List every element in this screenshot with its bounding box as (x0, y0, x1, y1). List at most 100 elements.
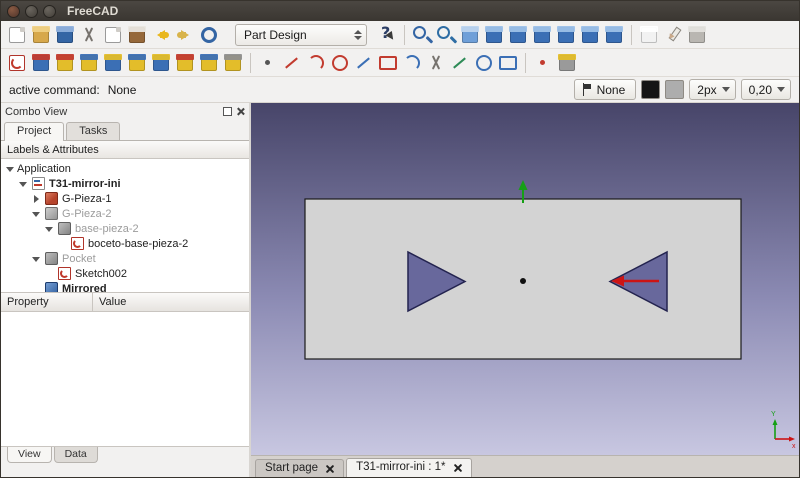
toolbar-separator (250, 53, 251, 73)
expander-spacer (31, 284, 41, 294)
refresh-icon[interactable] (197, 23, 221, 47)
window-maximize-button[interactable] (43, 5, 56, 18)
create-polyline-icon[interactable] (352, 51, 376, 75)
trim-edge-icon[interactable] (424, 51, 448, 75)
box-zoom-icon[interactable] (410, 23, 434, 47)
create-rectangle-icon[interactable] (376, 51, 400, 75)
view-rear-icon[interactable] (554, 23, 578, 47)
pocket-icon[interactable] (101, 51, 125, 75)
pad-icon[interactable] (77, 51, 101, 75)
whatsthis-icon[interactable] (375, 23, 399, 47)
redo-icon[interactable] (173, 23, 197, 47)
tree-item-label: Sketch002 (75, 268, 127, 280)
draft-layer-button[interactable]: None (574, 79, 637, 100)
text-scale-combo[interactable]: 0,20 (741, 79, 791, 100)
tree-item-g-pieza-1[interactable]: G-Pieza-1 (1, 191, 249, 206)
tab-start-page[interactable]: Start page (255, 459, 344, 477)
view-right-icon[interactable] (530, 23, 554, 47)
create-circle-icon[interactable] (328, 51, 352, 75)
expander-open-icon[interactable] (31, 254, 41, 264)
view-top-icon[interactable] (506, 23, 530, 47)
body-red-icon (45, 192, 58, 205)
active-command-value: None (108, 83, 137, 97)
view-front-icon[interactable] (482, 23, 506, 47)
partdesign-toolbar-group (5, 51, 579, 75)
paste-icon[interactable] (125, 23, 149, 47)
face-color-swatch[interactable] (665, 80, 684, 99)
revolution-icon[interactable] (125, 51, 149, 75)
edit-sketch-icon[interactable] (5, 51, 29, 75)
undo-icon[interactable] (149, 23, 173, 47)
tab-data[interactable]: Data (54, 447, 98, 463)
toggle-construction-icon[interactable] (496, 51, 520, 75)
tab-label: T31-mirror-ini : 1* (356, 461, 445, 473)
map-sketch-icon[interactable] (53, 51, 77, 75)
measure-icon[interactable] (685, 23, 709, 47)
tree-item-label: Pocket (62, 253, 96, 265)
save-icon[interactable] (53, 23, 77, 47)
expander-open-icon[interactable] (31, 209, 41, 219)
open-document-icon[interactable] (29, 23, 53, 47)
tree-item-base-pieza-2[interactable]: base-pieza-2 (1, 221, 249, 236)
create-line-icon[interactable] (280, 51, 304, 75)
command-bar: active command: None None 2px 0,20 (1, 77, 799, 103)
tree-item-application[interactable]: Application (1, 161, 249, 176)
mirrored-feature-icon[interactable] (173, 51, 197, 75)
create-fillet-icon[interactable] (400, 51, 424, 75)
property-column-header[interactable]: Property (1, 293, 93, 311)
view-sketch-icon[interactable] (29, 51, 53, 75)
window-close-button[interactable] (7, 5, 20, 18)
window-minimize-button[interactable] (25, 5, 38, 18)
tree-item-label: T31-mirror-ini (49, 178, 121, 190)
tab-project[interactable]: Project (4, 122, 64, 141)
tree-item-mirrored[interactable]: Mirrored (1, 281, 249, 293)
tab-document[interactable]: T31-mirror-ini : 1* (346, 458, 471, 477)
create-arc-icon[interactable] (304, 51, 328, 75)
expander-open-icon[interactable] (18, 179, 28, 189)
main-toolbar: Part Design (1, 21, 799, 49)
tab-view[interactable]: View (7, 447, 52, 463)
cut-icon[interactable] (77, 23, 101, 47)
combo-view-header: Combo View (1, 103, 249, 120)
edit-pen-icon[interactable] (661, 23, 685, 47)
view-left-icon[interactable] (602, 23, 626, 47)
dock-float-icon[interactable] (223, 107, 232, 116)
line-width-value: 2px (697, 83, 716, 97)
close-tab-icon[interactable] (453, 463, 462, 472)
external-geometry-icon[interactable] (472, 51, 496, 75)
groove-icon[interactable] (149, 51, 173, 75)
document-tab-bar: Start page T31-mirror-ini : 1* (251, 455, 799, 477)
polar-pattern-icon[interactable] (221, 51, 245, 75)
active-command-label: active command: (9, 83, 100, 97)
expander-open-icon[interactable] (44, 224, 54, 234)
view-isometric-icon[interactable] (458, 23, 482, 47)
line-color-swatch[interactable] (641, 80, 660, 99)
3d-viewport[interactable]: Y x (251, 103, 799, 455)
tree-item-pocket[interactable]: Pocket (1, 251, 249, 266)
fit-all-icon[interactable] (434, 23, 458, 47)
text-scale-value: 0,20 (749, 83, 772, 97)
view-bottom-icon[interactable] (578, 23, 602, 47)
value-column-header[interactable]: Value (93, 293, 249, 311)
close-tab-icon[interactable] (325, 464, 334, 473)
new-document-icon[interactable] (5, 23, 29, 47)
constraint-coincident-icon[interactable] (531, 51, 555, 75)
chevron-down-icon (722, 87, 730, 92)
tab-tasks[interactable]: Tasks (66, 122, 120, 140)
linear-pattern-icon[interactable] (197, 51, 221, 75)
expander-open-icon[interactable] (5, 164, 15, 174)
copy-icon[interactable] (101, 23, 125, 47)
tree-item-sketch002[interactable]: Sketch002 (1, 266, 249, 281)
create-point-icon[interactable] (256, 51, 280, 75)
tree-item-t31-mirror-ini[interactable]: T31-mirror-ini (1, 176, 249, 191)
tree-item-g-pieza-2[interactable]: G-Pieza-2 (1, 206, 249, 221)
tree-item-boceto-base-pieza-2[interactable]: boceto-base-pieza-2 (1, 236, 249, 251)
origin-point[interactable] (520, 278, 526, 284)
expander-closed-icon[interactable] (31, 194, 41, 204)
workbench-selector[interactable]: Part Design (235, 24, 367, 46)
line-width-combo[interactable]: 2px (689, 79, 735, 100)
draw-style-icon[interactable] (637, 23, 661, 47)
constraint-block-icon[interactable] (555, 51, 579, 75)
extend-edge-icon[interactable] (448, 51, 472, 75)
panel-close-icon[interactable] (236, 107, 245, 116)
